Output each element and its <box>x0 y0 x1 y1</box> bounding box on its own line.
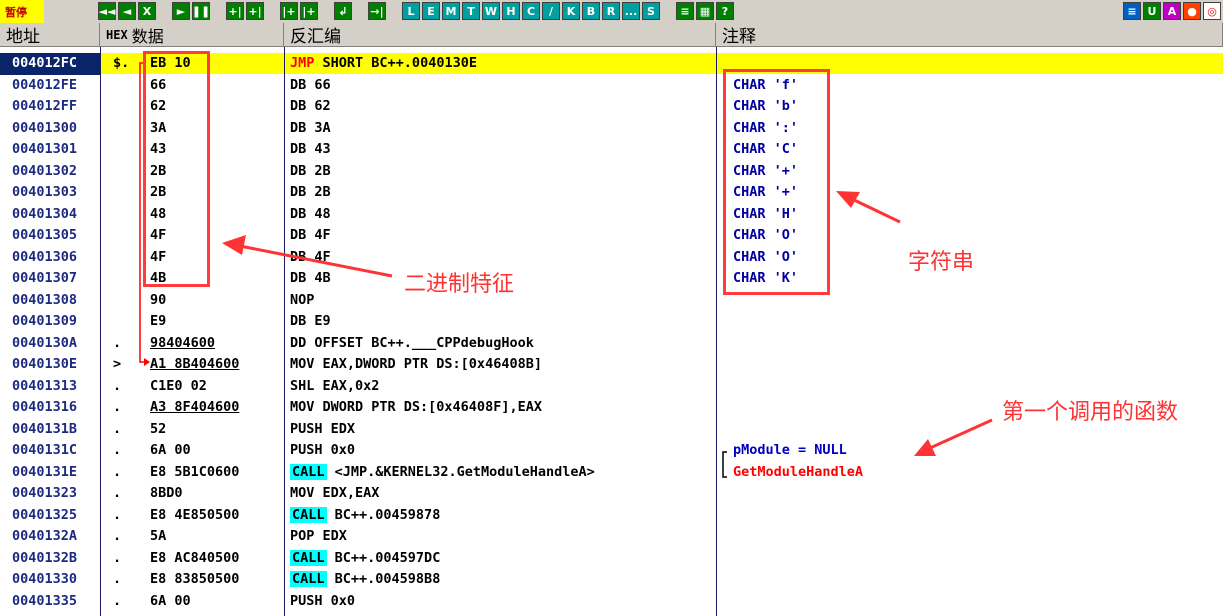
binary-features-box <box>143 51 210 287</box>
function-arrow <box>929 418 993 450</box>
strings-label: 字符串 <box>908 250 975 275</box>
strings-box <box>723 69 830 295</box>
jump-arrowhead <box>144 358 150 366</box>
first-called-function-label: 第一个调用的函数 <box>1002 400 1179 425</box>
comment-bracket <box>722 451 727 478</box>
binary-features-arrow <box>239 244 393 278</box>
binary-features-arrowhead <box>222 235 246 255</box>
strings-arrow <box>851 197 901 224</box>
binary-features-label: 二进制特征 <box>404 272 515 297</box>
